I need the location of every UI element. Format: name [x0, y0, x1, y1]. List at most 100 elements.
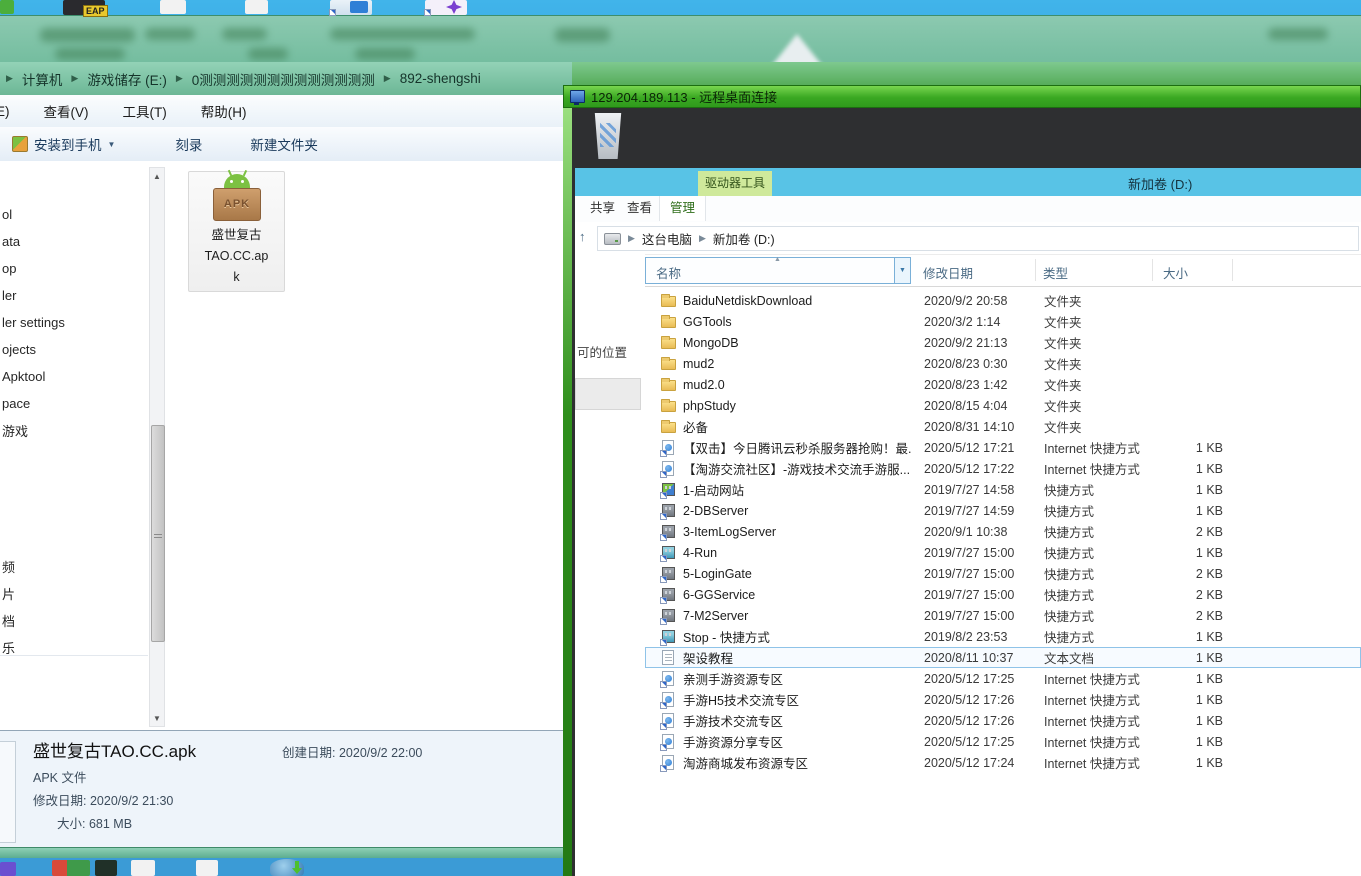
- file-size: 1 KB: [1153, 483, 1223, 497]
- scroll-thumb[interactable]: [151, 425, 165, 642]
- table-row[interactable]: 必备 2020/8/31 14:10 文件夹: [645, 416, 1361, 437]
- table-row[interactable]: 手游技术交流专区 2020/5/12 17:26 Internet 快捷方式 1…: [645, 710, 1361, 731]
- table-row[interactable]: 4-Run 2019/7/27 15:00 快捷方式 1 KB: [645, 542, 1361, 563]
- sidebar-item[interactable]: ler: [0, 282, 148, 309]
- table-row[interactable]: phpStudy 2020/8/15 4:04 文件夹: [645, 395, 1361, 416]
- address-breadcrumb[interactable]: ▶计算机▶游戏储存 (E:)▶0测测测测测测测测测测测测测▶892-shengs…: [0, 62, 572, 95]
- desktop-icon-eap[interactable]: EAP: [63, 0, 105, 15]
- sidebar-item[interactable]: 档: [0, 607, 148, 634]
- breadcrumb-arrow-icon: ▶: [699, 233, 706, 244]
- desktop-icon-fragment[interactable]: [196, 860, 218, 876]
- table-row[interactable]: 手游H5技术交流专区 2020/5/12 17:26 Internet 快捷方式…: [645, 689, 1361, 710]
- desktop-icon-fragment[interactable]: [0, 862, 16, 876]
- breadcrumb-segment[interactable]: 游戏储存 (E:): [87, 69, 167, 89]
- column-header-date[interactable]: 修改日期: [923, 263, 973, 282]
- menu-item-tools[interactable]: 工具(T): [123, 101, 167, 121]
- details-size: 大小: 681 MB: [57, 813, 132, 832]
- breadcrumb-segment[interactable]: 计算机: [22, 69, 63, 89]
- remote-breadcrumb[interactable]: ▶ 这台电脑 ▶ 新加卷 (D:): [597, 226, 1359, 251]
- table-row[interactable]: 手游资源分享专区 2020/5/12 17:25 Internet 快捷方式 1…: [645, 731, 1361, 752]
- burn-button[interactable]: 刻录: [165, 130, 212, 158]
- up-arrow-icon[interactable]: ↑: [579, 229, 586, 244]
- table-row[interactable]: mud2.0 2020/8/23 1:42 文件夹: [645, 374, 1361, 395]
- sidebar-item[interactable]: 频: [0, 553, 148, 580]
- table-row[interactable]: 7-M2Server 2019/7/27 15:00 快捷方式 2 KB: [645, 605, 1361, 626]
- table-row[interactable]: BaiduNetdiskDownload 2020/9/2 20:58 文件夹: [645, 290, 1361, 311]
- table-row[interactable]: 架设教程 2020/8/11 10:37 文本文档 1 KB: [645, 647, 1361, 668]
- file-type: 快捷方式: [1036, 606, 1153, 625]
- breadcrumb-this-pc[interactable]: 这台电脑: [642, 229, 692, 248]
- ie-icon: [661, 755, 677, 771]
- desktop-icon-shortcut-blue[interactable]: [330, 0, 372, 15]
- sidebar-item[interactable]: 游戏: [0, 417, 148, 444]
- tab-manage[interactable]: 管理: [659, 196, 706, 221]
- column-separator[interactable]: [1035, 259, 1036, 281]
- menu-item-help[interactable]: 帮助(H): [201, 101, 247, 121]
- table-row[interactable]: mud2 2020/8/23 0:30 文件夹: [645, 353, 1361, 374]
- desktop-icon-fragment[interactable]: [95, 860, 117, 876]
- nav-pane-box[interactable]: [575, 378, 641, 410]
- sidebar-item[interactable]: 乐: [0, 634, 148, 661]
- header-filter-dropdown[interactable]: ▼: [894, 258, 910, 283]
- desktop-icon-fragment[interactable]: [245, 0, 268, 14]
- install-to-phone-button[interactable]: 安装到手机 ▼: [2, 130, 125, 158]
- column-header-type[interactable]: 类型: [1043, 263, 1068, 282]
- new-folder-button[interactable]: 新建文件夹: [240, 130, 328, 158]
- scroll-down-arrow[interactable]: ▼: [150, 710, 164, 726]
- file-type: 文件夹: [1036, 354, 1153, 373]
- remote-window-caption: 新加卷 (D:): [1128, 174, 1192, 193]
- tab-view[interactable]: 查看: [627, 196, 652, 221]
- rdp-window: 129.204.189.113 - 远程桌面连接 驱动器工具 新加卷 (D:) …: [563, 85, 1361, 876]
- sidebar-item[interactable]: op: [0, 255, 148, 282]
- table-row[interactable]: Stop - 快捷方式 2019/8/2 23:53 快捷方式 1 KB: [645, 626, 1361, 647]
- drive-tools-contextual-tab[interactable]: 驱动器工具: [698, 171, 772, 196]
- table-row[interactable]: 淘游商城发布资源专区 2020/5/12 17:24 Internet 快捷方式…: [645, 752, 1361, 773]
- table-row[interactable]: 6-GGService 2019/7/27 15:00 快捷方式 2 KB: [645, 584, 1361, 605]
- sidebar-scrollbar[interactable]: ▲ ▼: [149, 167, 165, 727]
- breadcrumb-segment[interactable]: 0测测测测测测测测测测测测测: [192, 69, 375, 89]
- desktop-icon-fragment[interactable]: [52, 860, 90, 876]
- column-separator[interactable]: [1152, 259, 1153, 281]
- sidebar-item[interactable]: Apktool: [0, 363, 148, 390]
- table-row[interactable]: 2-DBServer 2019/7/27 14:59 快捷方式 1 KB: [645, 500, 1361, 521]
- remote-explorer-window: 驱动器工具 新加卷 (D:) 共享 查看 管理 ↑ ▶ 这台电脑 ▶ 新加卷 (: [575, 168, 1361, 876]
- column-header-name[interactable]: 名称 ▲ ▼: [645, 257, 911, 284]
- ribbon-tabs: 共享 查看 管理: [575, 196, 1361, 223]
- recycle-bin-icon[interactable]: [593, 113, 623, 159]
- menu-item-partial[interactable]: E): [0, 104, 10, 119]
- folder-icon: [661, 377, 677, 393]
- table-row[interactable]: 3-ItemLogServer 2020/9/1 10:38 快捷方式 2 KB: [645, 521, 1361, 542]
- nav-item-partial[interactable]: 可的位置: [577, 342, 627, 361]
- apk-file-tile[interactable]: APK 盛世复古 TAO.CC.ap k: [188, 171, 285, 292]
- sidebar-item[interactable]: ler settings: [0, 309, 148, 336]
- desktop-icon-fragment[interactable]: [131, 860, 155, 876]
- scroll-up-arrow[interactable]: ▲: [150, 168, 164, 184]
- sidebar-item[interactable]: ata: [0, 228, 148, 255]
- desktop-icon-download-fragment[interactable]: [270, 859, 304, 876]
- desktop-icon-fragment[interactable]: [160, 0, 186, 14]
- breadcrumb-segment[interactable]: 892-shengshi: [400, 71, 481, 86]
- tab-share[interactable]: 共享: [590, 196, 615, 221]
- desktop-icon-shortcut-purple[interactable]: [425, 0, 467, 15]
- file-name: MongoDB: [683, 336, 912, 350]
- menu-item-view[interactable]: 查看(V): [44, 101, 89, 121]
- table-row[interactable]: 【淘游交流社区】-游戏技术交流手游服... 2020/5/12 17:22 In…: [645, 458, 1361, 479]
- table-row[interactable]: GGTools 2020/3/2 1:14 文件夹: [645, 311, 1361, 332]
- table-row[interactable]: MongoDB 2020/9/2 21:13 文件夹: [645, 332, 1361, 353]
- drive-icon: [604, 233, 621, 245]
- file-type: 快捷方式: [1036, 501, 1153, 520]
- sidebar-item[interactable]: 片: [0, 580, 148, 607]
- column-separator[interactable]: [1232, 259, 1233, 281]
- table-row[interactable]: 亲测手游资源专区 2020/5/12 17:25 Internet 快捷方式 1…: [645, 668, 1361, 689]
- rdp-title-bar[interactable]: 129.204.189.113 - 远程桌面连接: [563, 85, 1361, 108]
- file-date: 2020/9/1 10:38: [912, 525, 1036, 539]
- table-row[interactable]: 1-启动网站 2019/7/27 14:58 快捷方式 1 KB: [645, 479, 1361, 500]
- table-row[interactable]: 【双击】今日腾讯云秒杀服务器抢购！最... 2020/5/12 17:21 In…: [645, 437, 1361, 458]
- desktop-icon-fragment[interactable]: [0, 0, 14, 14]
- column-header-size[interactable]: 大小: [1163, 263, 1188, 282]
- breadcrumb-volume-d[interactable]: 新加卷 (D:): [713, 229, 775, 248]
- sidebar-item[interactable]: pace: [0, 390, 148, 417]
- table-row[interactable]: 5-LoginGate 2019/7/27 15:00 快捷方式 2 KB: [645, 563, 1361, 584]
- sidebar-item[interactable]: ojects: [0, 336, 148, 363]
- sidebar-item[interactable]: ol: [0, 201, 148, 228]
